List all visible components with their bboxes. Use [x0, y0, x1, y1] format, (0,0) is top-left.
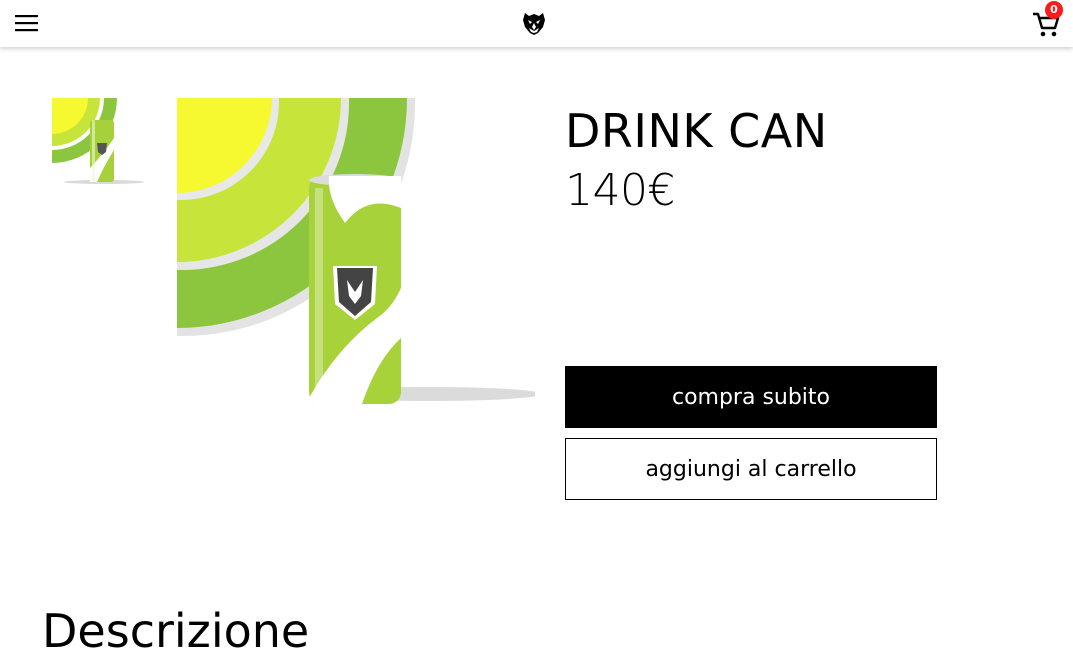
- cart-count-badge: 0: [1045, 1, 1063, 19]
- description-heading: Descrizione: [42, 604, 310, 658]
- product-thumbnail[interactable]: [52, 98, 152, 186]
- tiger-head-logo[interactable]: [520, 9, 548, 37]
- product-main-image: [177, 98, 535, 410]
- product-price: 140€: [565, 165, 675, 216]
- top-navigation-bar: [0, 0, 1073, 47]
- buy-now-button[interactable]: compra subito: [565, 366, 937, 428]
- product-title: DRINK CAN: [565, 104, 828, 158]
- hamburger-menu-icon[interactable]: [14, 12, 40, 34]
- add-to-cart-button[interactable]: aggiungi al carrello: [565, 438, 937, 500]
